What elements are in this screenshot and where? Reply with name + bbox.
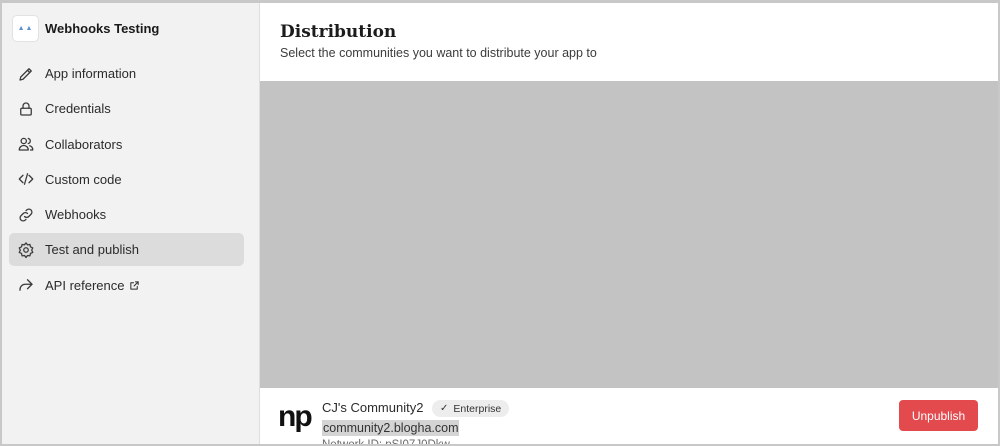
page-title: Distribution (280, 22, 397, 42)
sidebar-item-label: Webhooks (45, 207, 107, 223)
link-icon (16, 205, 36, 225)
sidebar-item-label: Custom code (45, 171, 122, 187)
sidebar-item-label: Credentials (45, 101, 111, 117)
main-content: Distribution Select the communities you … (259, 3, 998, 444)
sidebar-item-credentials[interactable]: Credentials (9, 92, 244, 125)
unpublish-button[interactable]: Unpublish (899, 400, 978, 431)
tier-label: Enterprise (453, 402, 502, 415)
tier-badge: ✓ Enterprise (432, 400, 510, 417)
network-id: Network ID: pSI07J0Dkw (322, 439, 450, 446)
sidebar: ▲▲ Webhooks Testing App information Cred… (2, 3, 258, 444)
sidebar-item-api-reference[interactable]: API reference (9, 269, 244, 302)
app-header: ▲▲ Webhooks Testing (12, 14, 159, 42)
community-domain: community2.blogha.com (322, 420, 460, 436)
redacted-area (260, 81, 998, 388)
community-logo: np (278, 400, 313, 433)
code-icon (16, 169, 36, 189)
users-icon (16, 134, 36, 154)
sidebar-item-label: Collaborators (45, 136, 123, 152)
share-arrow-icon (16, 275, 36, 295)
sidebar-item-label: App information (45, 66, 137, 81)
gear-icon (16, 240, 36, 260)
community-row: np CJ's Community2 ✓ Enterprise communit… (260, 388, 998, 444)
sidebar-nav: App information Credentials Collaborator… (9, 57, 244, 304)
sidebar-item-label: API reference (45, 277, 125, 293)
external-link-icon (129, 280, 140, 291)
pencil-icon (16, 64, 36, 84)
app-window: ▲▲ Webhooks Testing App information Cred… (0, 0, 1000, 446)
app-title: Webhooks Testing (45, 20, 160, 36)
sidebar-item-label: Test and publish (45, 242, 139, 258)
sidebar-item-collaborators[interactable]: Collaborators (9, 128, 244, 161)
sidebar-item-webhooks[interactable]: Webhooks (9, 198, 244, 231)
app-logo-icon: ▲▲ (12, 14, 39, 42)
page-subtitle: Select the communities you want to distr… (280, 46, 597, 60)
sidebar-item-custom-code[interactable]: Custom code (9, 163, 244, 196)
lock-icon (16, 99, 36, 119)
sidebar-item-test-and-publish[interactable]: Test and publish (9, 233, 244, 267)
check-icon: ✓ (440, 403, 449, 414)
community-name: CJ's Community2 (322, 400, 424, 415)
sidebar-item-app-information[interactable]: App information (9, 57, 244, 90)
